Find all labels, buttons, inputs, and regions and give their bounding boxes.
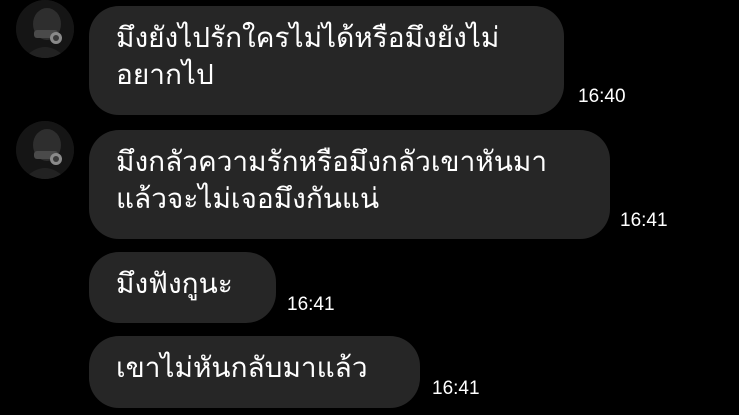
message-timestamp: 16:41 [620,210,668,231]
sender-avatar[interactable] [16,121,74,179]
message-timestamp: 16:40 [578,86,626,107]
message-bubble[interactable]: มึงกลัวความรักหรือมึงกลัวเขาหันมา แล้วจะ… [89,130,610,239]
message-text-line: มึงกลัวความรักหรือมึงกลัวเขาหันมา [116,145,548,178]
sender-avatar[interactable] [16,0,74,58]
message-text-line: อยากไป [116,58,214,91]
message-bubble[interactable]: เขาไม่หันกลับมาแล้ว [89,336,420,408]
message-text-line: มึงยังไปรักใครไม่ได้หรือมึงยังไม่ [116,21,500,54]
message-timestamp: 16:41 [287,294,335,315]
message-timestamp: 16:41 [432,378,480,399]
message-text-line: เขาไม่หันกลับมาแล้ว [116,351,368,384]
avatar-photo-icon [16,0,74,58]
chat-thread: มึงยังไปรักใครไม่ได้หรือมึงยังไม่ อยากไป… [0,0,739,415]
avatar-photo-icon [16,121,74,179]
message-text-line: มึงฟังกูนะ [116,267,233,300]
message-text-line: แล้วจะไม่เจอมึงกันแน่ [116,182,380,215]
message-bubble[interactable]: มึงฟังกูนะ [89,252,276,323]
message-bubble[interactable]: มึงยังไปรักใครไม่ได้หรือมึงยังไม่ อยากไป [89,6,564,115]
